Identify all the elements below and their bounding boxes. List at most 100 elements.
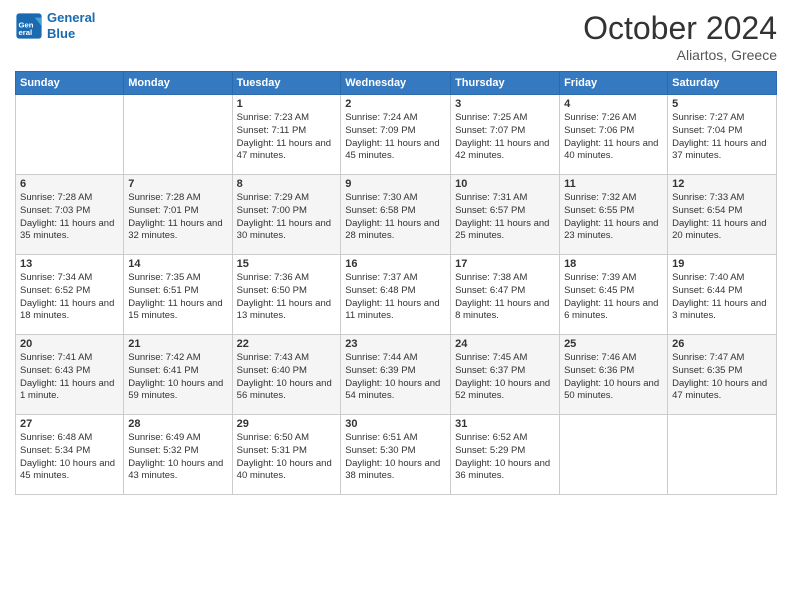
calendar-week-row: 27Sunrise: 6:48 AM Sunset: 5:34 PM Dayli… <box>16 415 777 495</box>
calendar-week-row: 1Sunrise: 7:23 AM Sunset: 7:11 PM Daylig… <box>16 95 777 175</box>
day-info: Sunrise: 7:33 AM Sunset: 6:54 PM Dayligh… <box>672 192 772 243</box>
col-wednesday: Wednesday <box>341 72 451 95</box>
table-row: 27Sunrise: 6:48 AM Sunset: 5:34 PM Dayli… <box>16 415 124 495</box>
day-info: Sunrise: 7:42 AM Sunset: 6:41 PM Dayligh… <box>128 352 227 403</box>
day-number: 3 <box>455 98 555 110</box>
day-number: 28 <box>128 418 227 430</box>
table-row: 31 Sunrise: 6:52 AM Sunset: 5:29 PM Dayli… <box>451 415 560 495</box>
logo: Gen eral General Blue <box>15 10 95 41</box>
col-thursday: Thursday <box>451 72 560 95</box>
day-number: 15 <box>237 258 337 270</box>
day-number: 19 <box>672 258 772 270</box>
day-info: Sunrise: 7:28 AM Sunset: 7:03 PM Dayligh… <box>20 192 119 243</box>
day-info: Sunrise: 7:30 AM Sunset: 6:58 PM Dayligh… <box>345 192 446 243</box>
table-row: 29 Sunrise: 6:50 AM Sunset: 5:31 PM Dayli… <box>232 415 341 495</box>
day-info: Sunrise: 6:50 AM Sunset: 5:31 PM Dayligh… <box>237 432 337 483</box>
header: Gen eral General Blue October 2024 Aliar… <box>15 10 777 63</box>
day-number: 6 <box>20 178 119 190</box>
table-row: 12 Sunrise: 7:33 AM Sunset: 6:54 PM Dayli… <box>668 175 777 255</box>
table-row: 26Sunrise: 7:47 AM Sunset: 6:35 PM Dayli… <box>668 335 777 415</box>
table-row: 21 Sunrise: 7:42 AM Sunset: 6:41 PM Dayli… <box>124 335 232 415</box>
day-number: 2 <box>345 98 446 110</box>
day-number: 12 <box>672 178 772 190</box>
day-info: Sunrise: 7:28 AM Sunset: 7:01 PM Dayligh… <box>128 192 227 243</box>
table-row: 2 Sunrise: 7:24 AM Sunset: 7:09 PM Daylig… <box>341 95 451 175</box>
logo-line1: General <box>47 10 95 25</box>
day-info: Sunrise: 7:35 AM Sunset: 6:51 PM Dayligh… <box>128 272 227 323</box>
calendar-header-row: Sunday Monday Tuesday Wednesday Thursday… <box>16 72 777 95</box>
day-info: Sunrise: 7:45 AM Sunset: 6:37 PM Dayligh… <box>455 352 555 403</box>
logo-icon: Gen eral <box>15 12 43 40</box>
table-row: 19 Sunrise: 7:40 AM Sunset: 6:44 PM Dayli… <box>668 255 777 335</box>
day-info: Sunrise: 7:46 AM Sunset: 6:36 PM Dayligh… <box>564 352 663 403</box>
table-row: 1Sunrise: 7:23 AM Sunset: 7:11 PM Daylig… <box>232 95 341 175</box>
table-row: 23 Sunrise: 7:44 AM Sunset: 6:39 PM Dayli… <box>341 335 451 415</box>
day-info: Sunrise: 7:36 AM Sunset: 6:50 PM Dayligh… <box>237 272 337 323</box>
day-number: 23 <box>345 338 446 350</box>
calendar: Sunday Monday Tuesday Wednesday Thursday… <box>15 71 777 495</box>
day-info: Sunrise: 7:29 AM Sunset: 7:00 PM Dayligh… <box>237 192 337 243</box>
day-number: 4 <box>564 98 663 110</box>
table-row: 24 Sunrise: 7:45 AM Sunset: 6:37 PM Dayli… <box>451 335 560 415</box>
day-info: Sunrise: 7:27 AM Sunset: 7:04 PM Dayligh… <box>672 112 772 163</box>
table-row: 18 Sunrise: 7:39 AM Sunset: 6:45 PM Dayli… <box>560 255 668 335</box>
day-number: 18 <box>564 258 663 270</box>
table-row: 20 Sunrise: 7:41 AM Sunset: 6:43 PM Dayli… <box>16 335 124 415</box>
day-info: Sunrise: 7:40 AM Sunset: 6:44 PM Dayligh… <box>672 272 772 323</box>
svg-text:eral: eral <box>19 28 33 37</box>
table-row: 16 Sunrise: 7:37 AM Sunset: 6:48 PM Dayli… <box>341 255 451 335</box>
day-info: Sunrise: 7:34 AM Sunset: 6:52 PM Dayligh… <box>20 272 119 323</box>
title-block: October 2024 Aliartos, Greece <box>583 10 777 63</box>
day-number: 1 <box>237 98 337 110</box>
logo-text: General Blue <box>47 10 95 41</box>
day-info: Sunrise: 7:25 AM Sunset: 7:07 PM Dayligh… <box>455 112 555 163</box>
day-number: 11 <box>564 178 663 190</box>
day-number: 10 <box>455 178 555 190</box>
table-row: 9Sunrise: 7:30 AM Sunset: 6:58 PM Daylig… <box>341 175 451 255</box>
page: Gen eral General Blue October 2024 Aliar… <box>0 0 792 612</box>
table-row: 4Sunrise: 7:26 AM Sunset: 7:06 PM Daylig… <box>560 95 668 175</box>
month-title: October 2024 <box>583 10 777 47</box>
day-info: Sunrise: 6:52 AM Sunset: 5:29 PM Dayligh… <box>455 432 555 483</box>
table-row: 7Sunrise: 7:28 AM Sunset: 7:01 PM Daylig… <box>124 175 232 255</box>
table-row: 17Sunrise: 7:38 AM Sunset: 6:47 PM Dayli… <box>451 255 560 335</box>
day-info: Sunrise: 7:47 AM Sunset: 6:35 PM Dayligh… <box>672 352 772 403</box>
day-number: 24 <box>455 338 555 350</box>
table-row <box>124 95 232 175</box>
table-row: 5 Sunrise: 7:27 AM Sunset: 7:04 PM Daylig… <box>668 95 777 175</box>
day-number: 29 <box>237 418 337 430</box>
day-number: 30 <box>345 418 446 430</box>
day-number: 13 <box>20 258 119 270</box>
table-row: 13 Sunrise: 7:34 AM Sunset: 6:52 PM Dayli… <box>16 255 124 335</box>
table-row <box>16 95 124 175</box>
day-info: Sunrise: 7:37 AM Sunset: 6:48 PM Dayligh… <box>345 272 446 323</box>
day-number: 31 <box>455 418 555 430</box>
table-row <box>560 415 668 495</box>
day-info: Sunrise: 7:41 AM Sunset: 6:43 PM Dayligh… <box>20 352 119 403</box>
calendar-week-row: 20 Sunrise: 7:41 AM Sunset: 6:43 PM Dayli… <box>16 335 777 415</box>
col-sunday: Sunday <box>16 72 124 95</box>
day-info: Sunrise: 7:43 AM Sunset: 6:40 PM Dayligh… <box>237 352 337 403</box>
table-row: 14Sunrise: 7:35 AM Sunset: 6:51 PM Dayli… <box>124 255 232 335</box>
table-row: 3 Sunrise: 7:25 AM Sunset: 7:07 PM Daylig… <box>451 95 560 175</box>
day-number: 27 <box>20 418 119 430</box>
table-row: 15 Sunrise: 7:36 AM Sunset: 6:50 PM Dayli… <box>232 255 341 335</box>
calendar-week-row: 13 Sunrise: 7:34 AM Sunset: 6:52 PM Dayli… <box>16 255 777 335</box>
day-info: Sunrise: 7:32 AM Sunset: 6:55 PM Dayligh… <box>564 192 663 243</box>
day-info: Sunrise: 7:39 AM Sunset: 6:45 PM Dayligh… <box>564 272 663 323</box>
day-info: Sunrise: 7:24 AM Sunset: 7:09 PM Dayligh… <box>345 112 446 163</box>
day-info: Sunrise: 6:51 AM Sunset: 5:30 PM Dayligh… <box>345 432 446 483</box>
day-info: Sunrise: 6:49 AM Sunset: 5:32 PM Dayligh… <box>128 432 227 483</box>
table-row: 22Sunrise: 7:43 AM Sunset: 6:40 PM Dayli… <box>232 335 341 415</box>
day-number: 5 <box>672 98 772 110</box>
table-row: 28 Sunrise: 6:49 AM Sunset: 5:32 PM Dayli… <box>124 415 232 495</box>
table-row: 10Sunrise: 7:31 AM Sunset: 6:57 PM Dayli… <box>451 175 560 255</box>
day-number: 21 <box>128 338 227 350</box>
day-number: 8 <box>237 178 337 190</box>
day-info: Sunrise: 7:44 AM Sunset: 6:39 PM Dayligh… <box>345 352 446 403</box>
table-row <box>668 415 777 495</box>
day-number: 16 <box>345 258 446 270</box>
day-number: 20 <box>20 338 119 350</box>
day-number: 25 <box>564 338 663 350</box>
table-row: 11 Sunrise: 7:32 AM Sunset: 6:55 PM Dayli… <box>560 175 668 255</box>
